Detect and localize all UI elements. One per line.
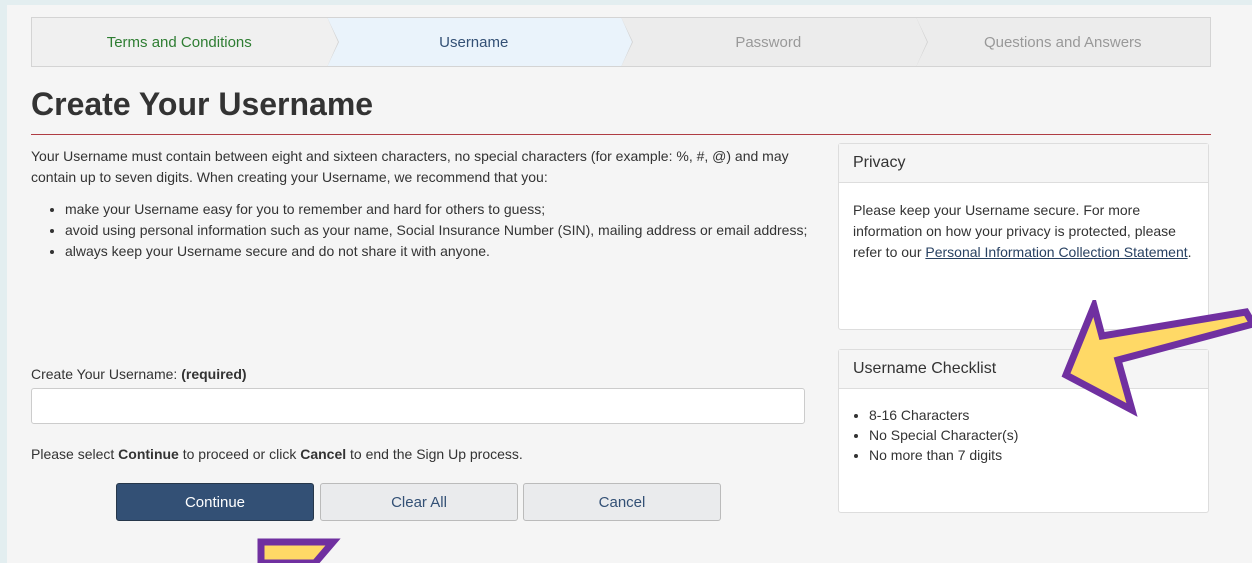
proceed-continue-word: Continue: [118, 446, 179, 462]
proceed-cancel-word: Cancel: [300, 446, 347, 462]
username-input[interactable]: [31, 388, 805, 424]
list-item: always keep your Username secure and do …: [65, 241, 811, 262]
annotation-arrow-continue: [257, 538, 341, 563]
title-divider: [31, 134, 1211, 135]
recommendations-list: make your Username easy for you to remem…: [31, 199, 811, 262]
annotation-arrow-checklist: [1061, 300, 1252, 417]
instructions: Your Username must contain between eight…: [31, 146, 811, 262]
proceed-text: to end the Sign Up process.: [346, 446, 523, 462]
proceed-text: Please select: [31, 446, 119, 462]
required-marker: (required): [181, 366, 247, 382]
step-terms: Terms and Conditions: [32, 18, 338, 66]
label-text: Create Your Username:: [31, 366, 178, 382]
progress-steps: Terms and Conditions Username Password Q…: [31, 17, 1211, 67]
privacy-panel-title: Privacy: [839, 144, 1208, 183]
list-item: make your Username easy for you to remem…: [65, 199, 811, 220]
step-questions: Questions and Answers: [915, 18, 1210, 66]
privacy-text-end: .: [1187, 244, 1192, 260]
cancel-button[interactable]: Cancel: [523, 483, 721, 521]
proceed-instructions: Please select Continue to proceed or cli…: [31, 446, 523, 462]
list-item: avoid using personal information such as…: [65, 220, 811, 241]
step-username: Username: [326, 18, 633, 66]
checklist-item: No Special Character(s): [869, 425, 1194, 445]
clear-all-button[interactable]: Clear All: [320, 483, 518, 521]
instructions-paragraph: Your Username must contain between eight…: [31, 148, 789, 185]
proceed-text: to proceed or click: [178, 446, 301, 462]
page-title: Create Your Username: [31, 86, 374, 122]
privacy-panel-body: Please keep your Username secure. For mo…: [839, 183, 1208, 275]
step-password: Password: [621, 18, 927, 66]
checklist-item: No more than 7 digits: [869, 445, 1194, 465]
continue-button[interactable]: Continue: [116, 483, 314, 521]
personal-information-collection-statement-link[interactable]: Personal Information Collection Statemen…: [925, 244, 1187, 260]
username-field-label: Create Your Username: (required): [31, 366, 247, 382]
